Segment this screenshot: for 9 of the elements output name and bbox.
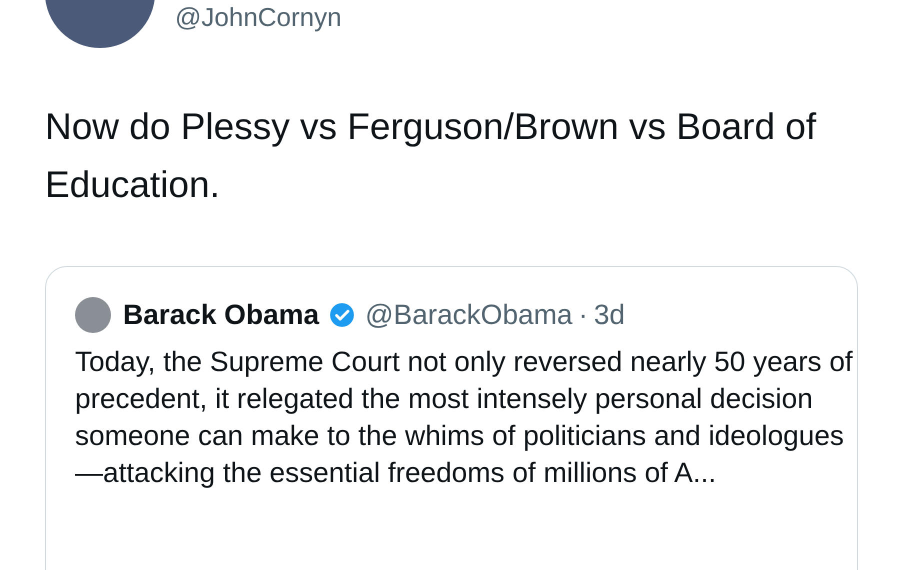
quoted-user-name: Barack Obama bbox=[123, 299, 320, 331]
quoted-user-handle: @BarackObama bbox=[365, 299, 572, 331]
quoted-tweet-text: Today, the Supreme Court not only reversed nearly 50 years of precedent, it relegated the most intensely personal decision someone can make to the whims of politicians and ideologues—attacking the essential freedoms of millions of A... bbox=[75, 345, 854, 490]
tweet-text: Now do Plessy vs Ferguson/Brown vs Board of Education. bbox=[45, 105, 818, 207]
user-handle[interactable]: @JohnCornyn bbox=[175, 2, 342, 33]
avatar-photo-placeholder bbox=[75, 297, 111, 333]
tweet-time: 3d bbox=[594, 299, 625, 331]
separator-dot: · bbox=[578, 299, 588, 331]
quoted-tweet-card[interactable] bbox=[45, 266, 858, 570]
